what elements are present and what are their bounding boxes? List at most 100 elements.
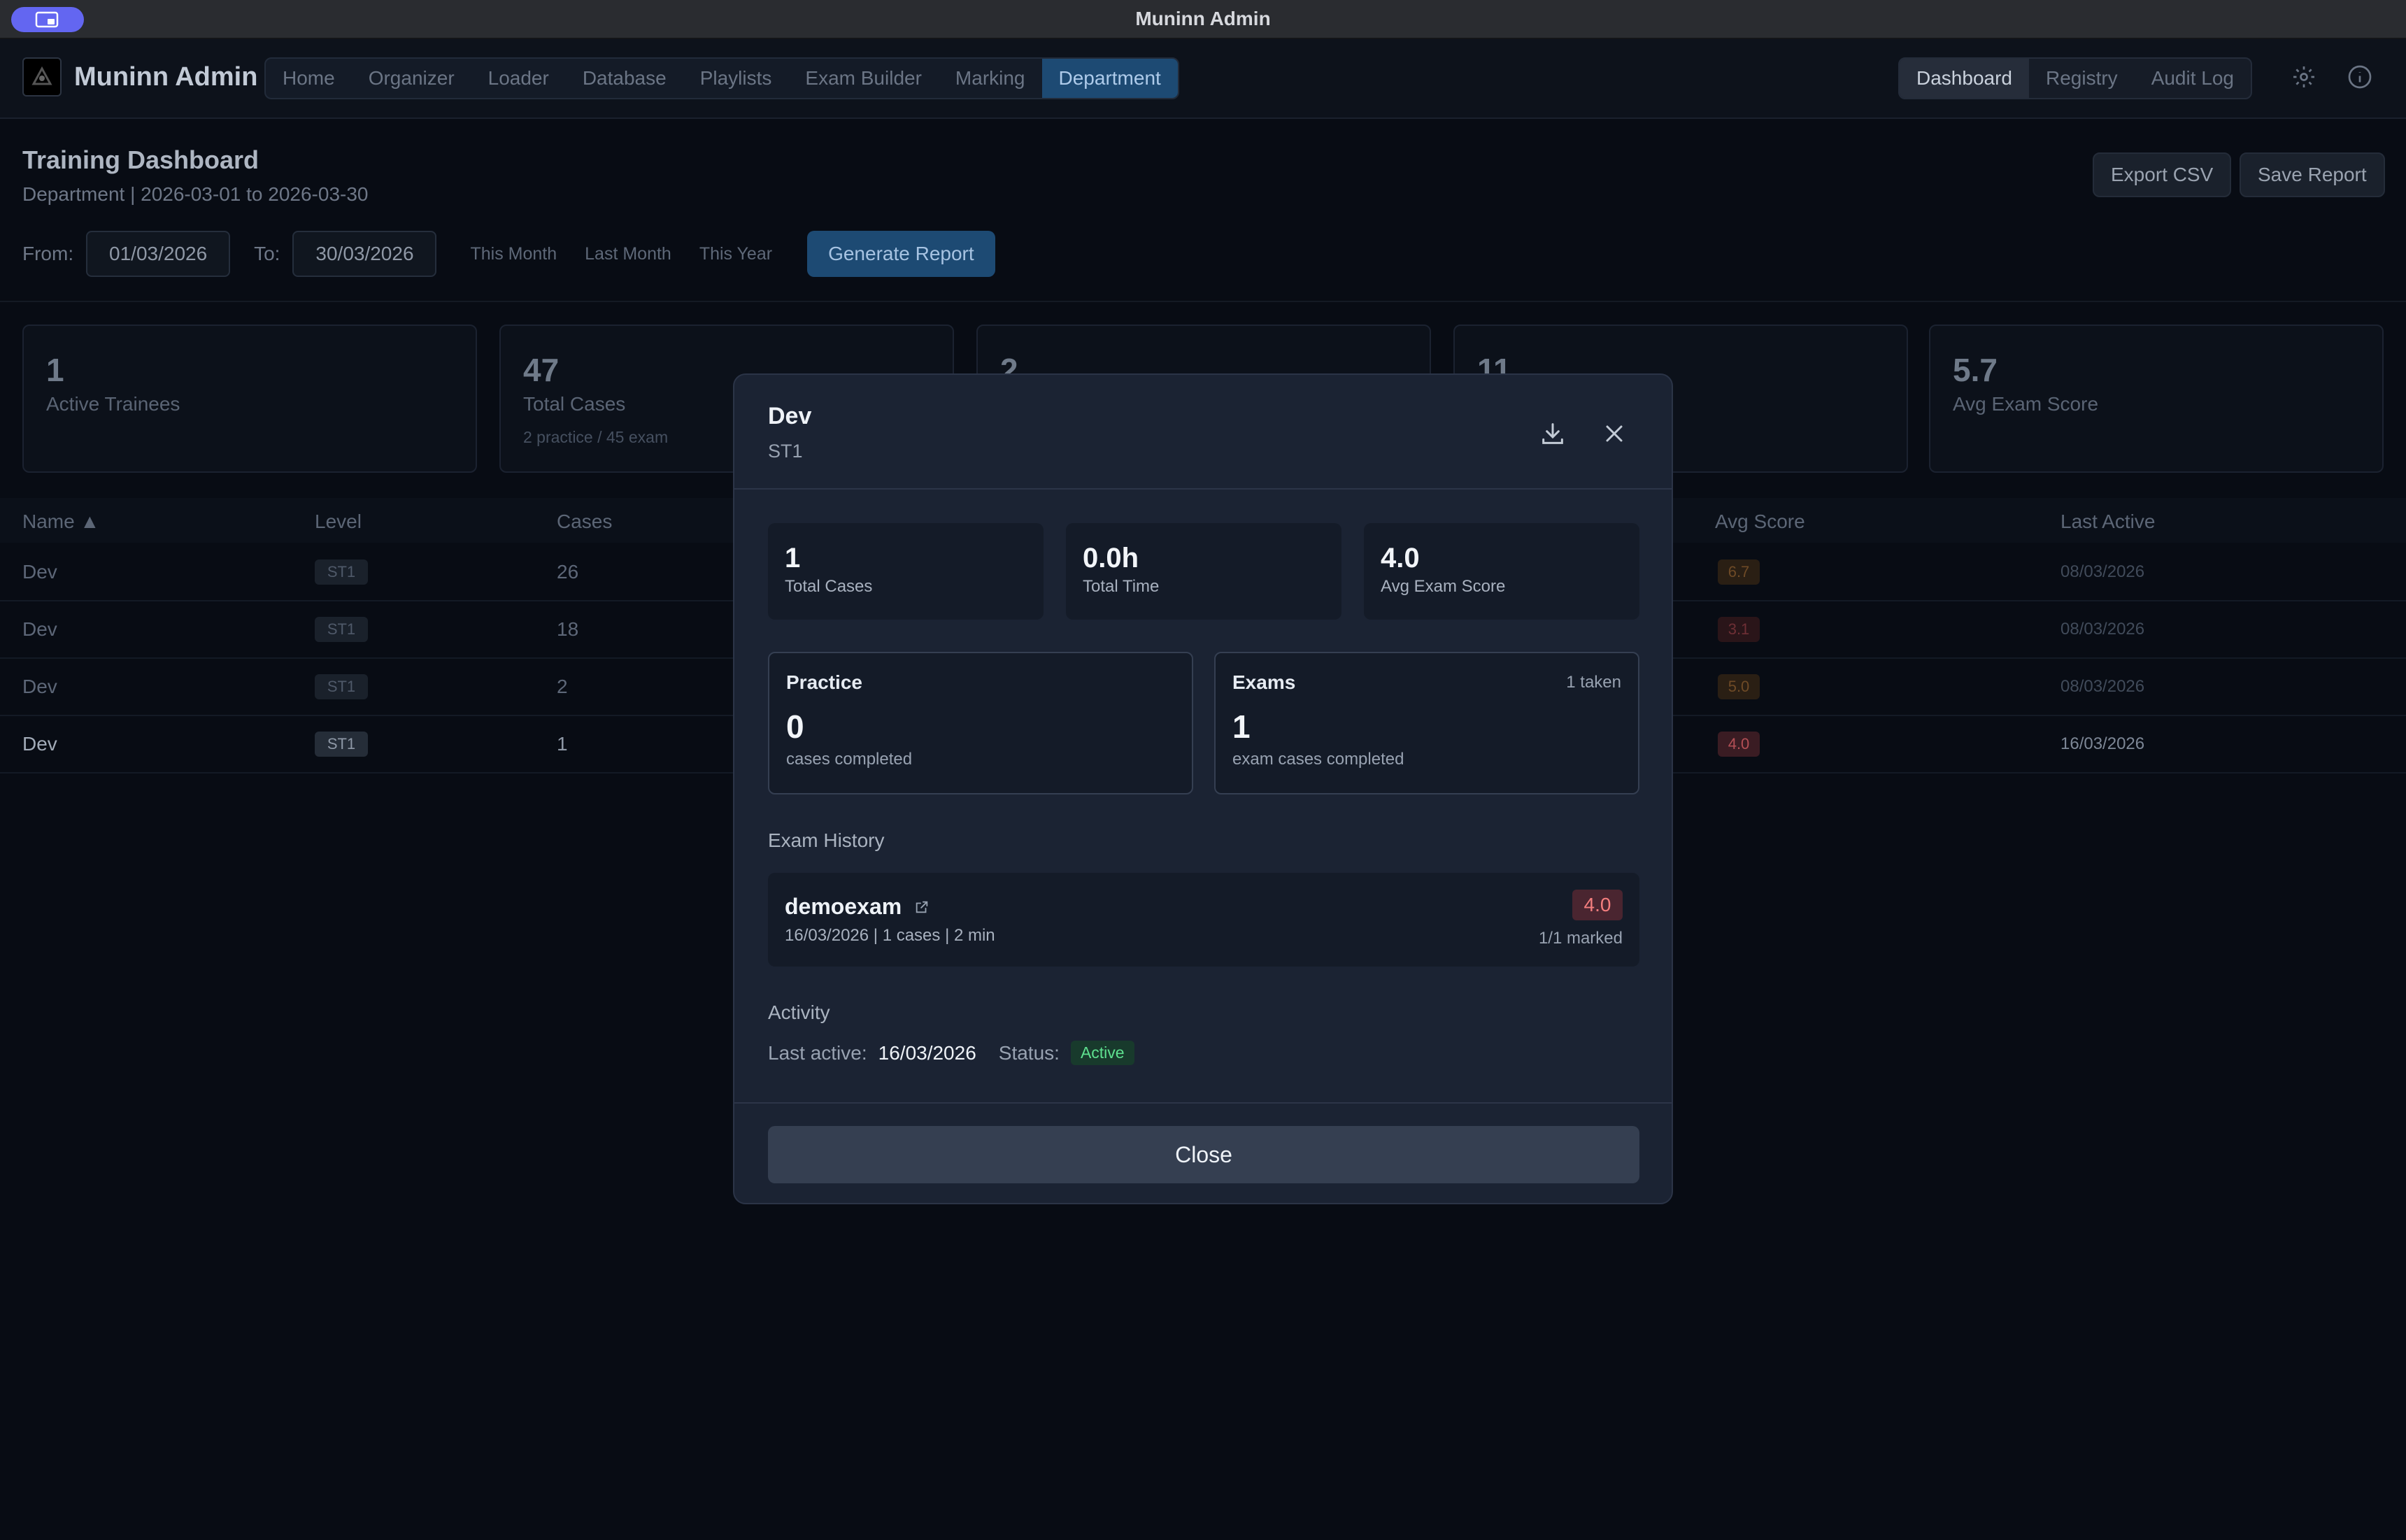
header-divider bbox=[0, 301, 2406, 302]
exam-meta: 16/03/2026 | 1 cases | 2 min bbox=[785, 926, 995, 945]
row-name: Dev bbox=[22, 676, 57, 697]
row-last-active: 08/03/2026 bbox=[2060, 562, 2145, 581]
from-label: From: bbox=[22, 243, 74, 264]
modal-trainee-level: ST1 bbox=[768, 441, 803, 462]
modal-stat-total-time: 0.0h Total Time bbox=[1066, 523, 1341, 620]
stat-card-active-trainees: 1 Active Trainees bbox=[22, 325, 477, 473]
brand-name: Muninn Admin bbox=[74, 62, 258, 92]
exam-marked: 1/1 marked bbox=[1538, 929, 1623, 948]
to-label: To: bbox=[254, 243, 280, 264]
generate-report-button[interactable]: Generate Report bbox=[807, 231, 995, 277]
tab-audit-log[interactable]: Audit Log bbox=[2135, 59, 2251, 98]
activity-row: Last active: 16/03/2026 Status: Active bbox=[768, 1041, 1134, 1065]
stat-label: Active Trainees bbox=[46, 393, 180, 415]
modal-stat-total-cases: 1 Total Cases bbox=[768, 523, 1044, 620]
trainee-detail-modal: Dev ST1 1 Total Cases 0.0h Total Time 4.… bbox=[733, 373, 1673, 1204]
exam-name-link[interactable]: demoexam bbox=[785, 894, 930, 920]
to-date-input[interactable]: 30/03/2026 bbox=[292, 231, 437, 277]
close-button[interactable]: Close bbox=[768, 1126, 1639, 1183]
row-name: Dev bbox=[22, 618, 57, 640]
main-nav: Home Organizer Loader Database Playlists… bbox=[264, 57, 1179, 99]
stat-value: 5.7 bbox=[1953, 352, 1998, 388]
level-badge: ST1 bbox=[315, 732, 368, 757]
screen-share-icon bbox=[35, 11, 59, 28]
external-link-icon bbox=[916, 901, 928, 913]
col-last-active[interactable]: Last Active bbox=[2060, 511, 2155, 533]
nav-exam-builder[interactable]: Exam Builder bbox=[788, 59, 939, 98]
info-icon[interactable] bbox=[2347, 64, 2372, 90]
nav-playlists[interactable]: Playlists bbox=[683, 59, 789, 98]
tab-dashboard[interactable]: Dashboard bbox=[1900, 59, 2029, 98]
stat-value: 1 bbox=[785, 543, 801, 573]
row-name: Dev bbox=[22, 733, 57, 755]
gear-icon[interactable] bbox=[2291, 64, 2316, 90]
exam-history-item[interactable]: demoexam 16/03/2026 | 1 cases | 2 min 4.… bbox=[768, 873, 1639, 967]
modal-stat-avg-exam-score: 4.0 Avg Exam Score bbox=[1364, 523, 1639, 620]
download-icon[interactable] bbox=[1539, 420, 1567, 448]
exams-taken: 1 taken bbox=[1566, 673, 1621, 692]
brand-logo-icon bbox=[22, 57, 62, 97]
col-cases[interactable]: Cases bbox=[557, 511, 612, 533]
exams-count: 1 bbox=[1232, 708, 1251, 745]
level-badge: ST1 bbox=[315, 617, 368, 642]
exam-score-badge: 4.0 bbox=[1572, 890, 1623, 920]
row-last-active: 08/03/2026 bbox=[2060, 677, 2145, 696]
status-badge: Active bbox=[1070, 1041, 1134, 1065]
row-last-active: 16/03/2026 bbox=[2060, 734, 2145, 753]
score-badge: 3.1 bbox=[1718, 617, 1760, 642]
status-label: Status: bbox=[998, 1041, 1060, 1064]
col-level[interactable]: Level bbox=[315, 511, 362, 533]
save-report-button[interactable]: Save Report bbox=[2240, 152, 2385, 197]
tab-registry[interactable]: Registry bbox=[2029, 59, 2135, 98]
window-badge[interactable] bbox=[11, 7, 84, 32]
exams-title: Exams bbox=[1232, 671, 1296, 693]
stat-card-avg-exam-score: 5.7 Avg Exam Score bbox=[1929, 325, 2384, 473]
score-badge: 6.7 bbox=[1718, 559, 1760, 585]
stat-label: Avg Exam Score bbox=[1953, 393, 2099, 415]
practice-count: 0 bbox=[786, 708, 804, 745]
page-subtitle: Department | 2026-03-01 to 2026-03-30 bbox=[22, 183, 369, 205]
nav-organizer[interactable]: Organizer bbox=[352, 59, 471, 98]
modal-trainee-name: Dev bbox=[768, 403, 812, 429]
nav-marking[interactable]: Marking bbox=[939, 59, 1042, 98]
stat-label: Total Cases bbox=[785, 577, 873, 596]
row-cases: 2 bbox=[557, 676, 568, 697]
quick-last-month[interactable]: Last Month bbox=[585, 244, 671, 264]
top-navbar: Muninn Admin Home Organizer Loader Datab… bbox=[0, 39, 2406, 119]
col-avg-score[interactable]: Avg Score bbox=[1715, 511, 1805, 533]
col-name[interactable]: Name ▲ bbox=[22, 511, 99, 533]
row-cases: 1 bbox=[557, 733, 568, 755]
modal-header: Dev ST1 bbox=[734, 375, 1672, 490]
last-active-value: 16/03/2026 bbox=[878, 1041, 976, 1064]
nav-home[interactable]: Home bbox=[266, 59, 352, 98]
nav-database[interactable]: Database bbox=[566, 59, 683, 98]
quick-this-year[interactable]: This Year bbox=[699, 244, 772, 264]
last-active-label: Last active: bbox=[768, 1041, 867, 1064]
export-csv-button[interactable]: Export CSV bbox=[2093, 152, 2232, 197]
stat-value: 1 bbox=[46, 352, 64, 388]
exams-box: Exams 1 taken 1 exam cases completed bbox=[1214, 652, 1639, 794]
window-titlebar: Muninn Admin bbox=[0, 0, 2406, 39]
from-date-input[interactable]: 01/03/2026 bbox=[86, 231, 231, 277]
date-filter-bar: From: 01/03/2026 To: 30/03/2026 This Mon… bbox=[22, 231, 995, 277]
brand[interactable]: Muninn Admin bbox=[22, 57, 257, 97]
nav-loader[interactable]: Loader bbox=[471, 59, 566, 98]
practice-box: Practice 0 cases completed bbox=[768, 652, 1193, 794]
stat-label: Avg Exam Score bbox=[1381, 577, 1506, 596]
sub-nav: Dashboard Registry Audit Log bbox=[1898, 57, 2253, 99]
stat-label: Total Time bbox=[1083, 577, 1160, 596]
row-cases: 26 bbox=[557, 561, 579, 583]
stat-value: 0.0h bbox=[1083, 543, 1139, 573]
activity-heading: Activity bbox=[768, 1001, 830, 1023]
score-badge: 5.0 bbox=[1718, 674, 1760, 699]
quick-this-month[interactable]: This Month bbox=[470, 244, 557, 264]
row-last-active: 08/03/2026 bbox=[2060, 620, 2145, 639]
window-title: Muninn Admin bbox=[1135, 8, 1271, 29]
exam-history-heading: Exam History bbox=[768, 829, 885, 851]
exams-sub: exam cases completed bbox=[1232, 750, 1404, 769]
level-badge: ST1 bbox=[315, 559, 368, 585]
nav-department[interactable]: Department bbox=[1041, 59, 1178, 98]
close-icon[interactable] bbox=[1600, 420, 1628, 448]
row-name: Dev bbox=[22, 561, 57, 583]
score-badge: 4.0 bbox=[1718, 732, 1760, 757]
